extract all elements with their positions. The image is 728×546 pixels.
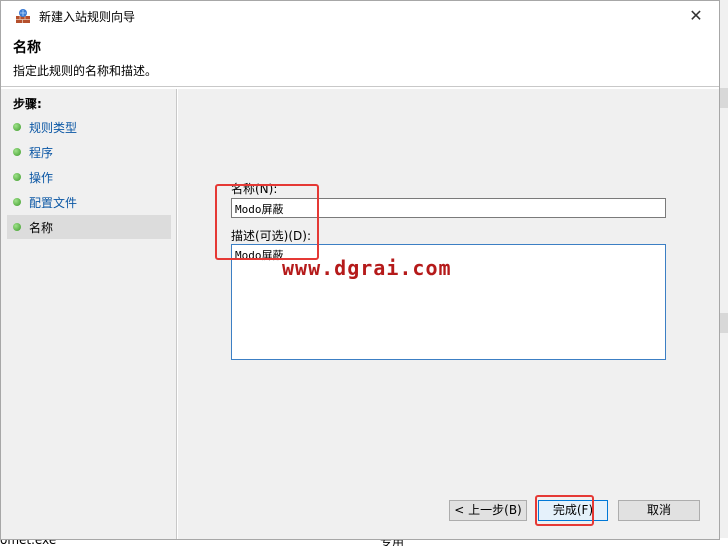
background-right-panel bbox=[720, 0, 728, 546]
firewall-wall-icon bbox=[15, 8, 31, 24]
window-title: 新建入站规则向导 bbox=[39, 9, 136, 24]
steps-pane: 步骤: 规则类型 程序 操作 配置文件 名称 bbox=[1, 89, 177, 539]
close-icon: ✕ bbox=[689, 6, 703, 25]
page-title: 名称 bbox=[13, 40, 41, 56]
step-action[interactable]: 操作 bbox=[7, 165, 171, 189]
wizard-header: 名称 指定此规则的名称和描述。 bbox=[1, 31, 719, 87]
background-right-block bbox=[720, 313, 728, 333]
wizard-content: 名称(N): Modo屏蔽 描述(可选)(D): Modo屏蔽 www.dgra… bbox=[178, 89, 719, 539]
step-name[interactable]: 名称 bbox=[7, 215, 171, 239]
step-status-dot-icon bbox=[13, 198, 21, 206]
new-inbound-rule-wizard: 新建入站规则向导 ✕ 名称 指定此规则的名称和描述。 步骤: 规则类型 程序 操… bbox=[0, 0, 720, 540]
highlight-annotation bbox=[535, 495, 594, 526]
step-profile[interactable]: 配置文件 bbox=[7, 190, 171, 214]
step-status-dot-icon bbox=[13, 123, 21, 131]
back-button[interactable]: < 上一步(B) bbox=[449, 500, 527, 521]
cancel-button[interactable]: 取消 bbox=[618, 500, 700, 521]
step-status-dot-icon bbox=[13, 223, 21, 231]
page-description: 指定此规则的名称和描述。 bbox=[13, 64, 158, 78]
step-status-dot-icon bbox=[13, 148, 21, 156]
highlight-annotation bbox=[215, 184, 319, 260]
step-label: 操作 bbox=[29, 170, 54, 185]
step-status-dot-icon bbox=[13, 173, 21, 181]
step-label: 程序 bbox=[29, 145, 54, 160]
title-bar[interactable]: 新建入站规则向导 ✕ bbox=[1, 1, 719, 31]
step-rule-type[interactable]: 规则类型 bbox=[7, 115, 171, 139]
close-button[interactable]: ✕ bbox=[687, 7, 705, 25]
steps-heading: 步骤: bbox=[13, 97, 42, 111]
step-label: 名称 bbox=[29, 220, 54, 235]
step-program[interactable]: 程序 bbox=[7, 140, 171, 164]
header-divider bbox=[1, 86, 719, 87]
step-label: 配置文件 bbox=[29, 195, 78, 210]
step-label: 规则类型 bbox=[29, 120, 78, 135]
watermark-text: www.dgrai.com bbox=[282, 256, 452, 280]
background-right-block bbox=[720, 88, 728, 108]
